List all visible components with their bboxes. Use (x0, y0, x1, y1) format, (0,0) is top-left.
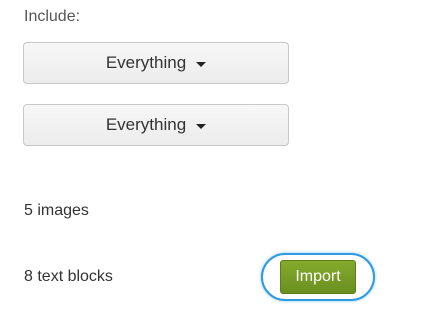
dropdown-selected-value: Everything (105, 53, 187, 72)
text-blocks-count: 8 text blocks (24, 268, 113, 285)
dropdown-selected-value: Everything (105, 115, 187, 134)
import-panel: Include: Everything Everything 5 images … (0, 0, 427, 311)
import-focus-highlight: Import (261, 253, 375, 301)
images-count: 5 images (24, 202, 89, 219)
include-label: Include: (24, 8, 81, 25)
caret-down-icon (196, 123, 207, 129)
caret-down-icon (196, 61, 207, 67)
import-button[interactable]: Import (280, 260, 356, 294)
include-dropdown-secondary[interactable]: Everything (23, 104, 289, 146)
include-dropdown-primary[interactable]: Everything (23, 42, 289, 84)
